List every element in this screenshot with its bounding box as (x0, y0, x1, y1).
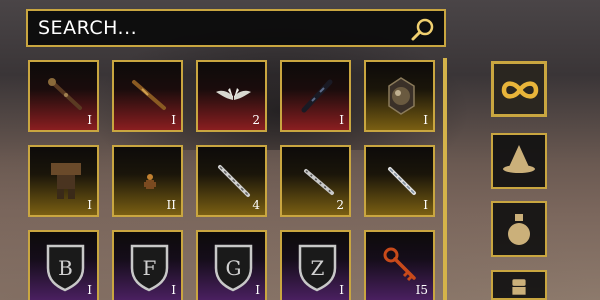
infinity-icon (501, 81, 539, 99)
inventory-slot[interactable]: B I (28, 230, 99, 300)
inventory-slot[interactable]: I (28, 60, 99, 132)
item-quantity: I5 (415, 283, 428, 297)
inventory-slot[interactable]: I (28, 145, 99, 217)
inventory-slot[interactable]: I5 (364, 230, 435, 300)
tab-potions[interactable] (491, 201, 547, 257)
inventory-slot[interactable]: Z I (280, 230, 351, 300)
item-quantity: I (423, 198, 428, 212)
tab-all[interactable] (491, 61, 547, 117)
inventory-slot[interactable]: 2 (196, 60, 267, 132)
item-quantity: I (171, 113, 176, 127)
shield-letter-icon: Z (298, 244, 337, 292)
svg-text:F: F (143, 256, 157, 280)
item-quantity: 2 (336, 198, 344, 212)
item-quantity: I (339, 113, 344, 127)
svg-text:B: B (58, 256, 73, 280)
search-bar[interactable]: SEARCH... (26, 9, 446, 47)
inventory-slot[interactable]: II (112, 145, 183, 217)
item-quantity: 4 (252, 198, 260, 212)
item-quantity: I (87, 198, 92, 212)
item-quantity: I (339, 283, 344, 297)
svg-text:Z: Z (311, 256, 325, 280)
item-quantity: I (87, 283, 92, 297)
svg-text:G: G (226, 256, 242, 280)
dark-wand-icon (301, 79, 333, 113)
inventory-slot[interactable]: F I (112, 230, 183, 300)
shield-letter-icon: B (46, 244, 85, 292)
chest-icon (512, 279, 526, 295)
inventory-slot[interactable]: I (280, 60, 351, 132)
item-quantity: 2 (252, 113, 260, 127)
inventory-slot[interactable]: G I (196, 230, 267, 300)
search-icon[interactable] (410, 16, 436, 42)
orb-cage-icon (388, 77, 415, 115)
shield-letter-icon: G (214, 244, 253, 292)
item-quantity: II (166, 198, 176, 212)
inventory-slot[interactable]: 4 (196, 145, 267, 217)
item-quantity: I (171, 283, 176, 297)
armor-icon (51, 163, 81, 199)
wizard-hat-icon (503, 145, 535, 173)
inventory-slot[interactable]: I (364, 145, 435, 217)
wand-icon (132, 80, 166, 110)
inventory-scrollbar[interactable] (443, 58, 447, 300)
shield-letter-icon: F (130, 244, 169, 292)
potion-icon (508, 214, 530, 245)
inventory-grid: I I 2 I I I II 4 2 I B I F I G I Z I I5 (26, 58, 438, 300)
search-input[interactable]: SEARCH... (38, 17, 137, 39)
tab-wizard[interactable] (491, 133, 547, 189)
item-quantity: I (423, 113, 428, 127)
item-quantity: I (87, 113, 92, 127)
tab-chests[interactable] (491, 270, 547, 300)
staff-icon (48, 78, 82, 110)
silver-wand-icon (388, 167, 416, 195)
inventory-slot[interactable]: 2 (280, 145, 351, 217)
inventory-slot[interactable]: I (364, 60, 435, 132)
item-quantity: I (255, 283, 260, 297)
inventory-slot[interactable]: I (112, 60, 183, 132)
